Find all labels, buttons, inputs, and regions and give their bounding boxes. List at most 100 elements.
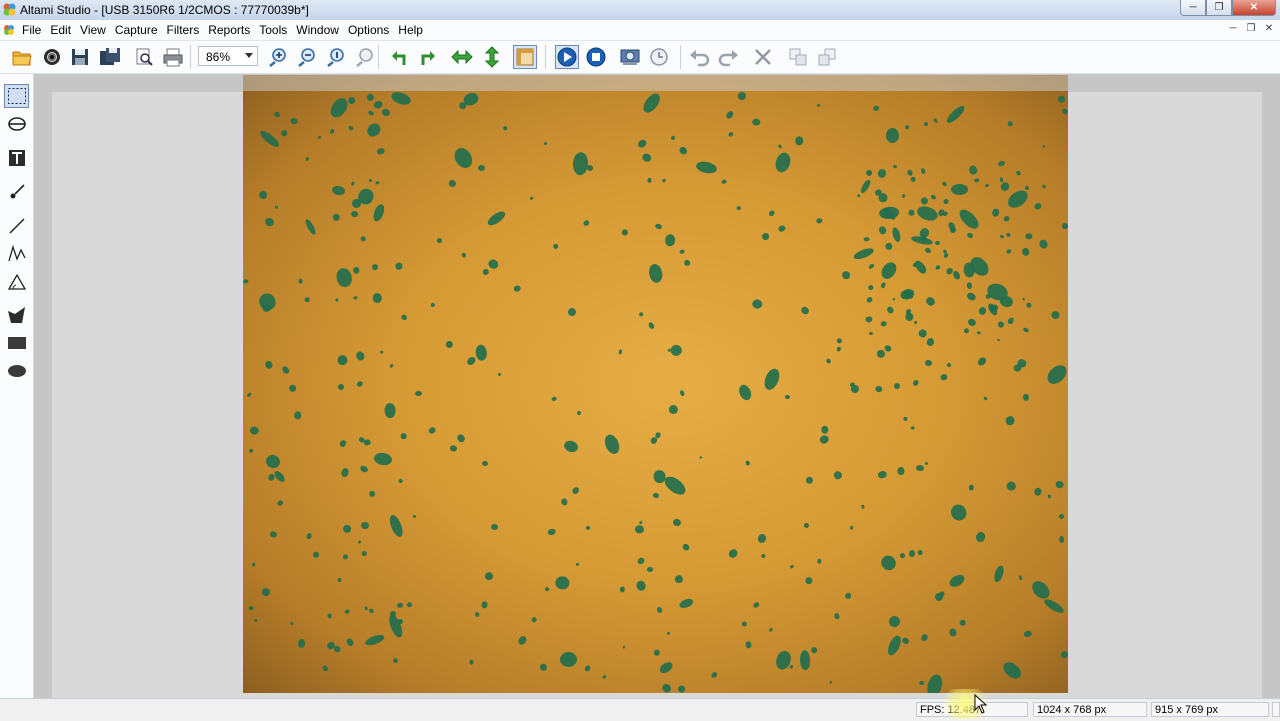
menu-tools[interactable]: Tools	[259, 23, 296, 37]
zoom-actual-icon[interactable]	[323, 45, 347, 69]
stained-cell	[275, 205, 279, 210]
redo-icon[interactable]	[717, 45, 741, 69]
panel-icon[interactable]	[513, 45, 537, 69]
stained-cell	[802, 521, 810, 529]
stained-cell	[389, 89, 413, 107]
stained-cell	[833, 612, 840, 620]
timer-icon[interactable]	[647, 45, 671, 69]
zoom-out-icon[interactable]	[294, 45, 318, 69]
paste-icon[interactable]	[815, 45, 839, 69]
rectangle-icon[interactable]	[4, 331, 29, 355]
stained-cell	[1021, 326, 1029, 334]
microscope-image[interactable]	[243, 75, 1068, 693]
flip-horizontal-icon[interactable]	[450, 45, 474, 69]
minimize-button[interactable]: ─	[1180, 0, 1206, 16]
stained-cell	[353, 267, 360, 275]
menu-reports[interactable]: Reports	[208, 23, 259, 37]
app-logo-icon	[3, 3, 16, 16]
menu-options[interactable]: Options	[348, 23, 398, 37]
stained-cell	[736, 205, 742, 211]
flip-vertical-icon[interactable]	[480, 45, 504, 69]
stained-cell	[694, 160, 718, 176]
stained-cell	[647, 321, 656, 330]
select-rectangle-icon[interactable]	[4, 84, 29, 108]
stained-cell	[357, 540, 362, 544]
restore-button[interactable]: ❐	[1206, 0, 1232, 16]
stained-cell	[1046, 494, 1051, 500]
mdi-restore-button[interactable]: ❐	[1244, 23, 1258, 36]
stained-cell	[647, 262, 665, 284]
stained-cell	[337, 578, 342, 582]
menu-file[interactable]: File	[22, 23, 50, 37]
zoom-in-icon[interactable]	[265, 45, 289, 69]
stained-cell	[481, 600, 489, 609]
stained-cell	[721, 179, 728, 184]
menu-window[interactable]: Window	[296, 23, 348, 37]
mdi-close-button[interactable]: ✕	[1262, 23, 1276, 36]
ellipse-icon[interactable]	[4, 359, 29, 383]
delete-icon[interactable]	[751, 45, 775, 69]
stained-cell	[405, 601, 413, 609]
stained-cell	[354, 350, 366, 362]
rotate-right-icon[interactable]	[416, 45, 440, 69]
stained-cell	[358, 464, 369, 474]
save-icon[interactable]	[68, 45, 92, 69]
stained-cell	[427, 425, 437, 435]
stained-cell	[745, 460, 751, 467]
stained-cell	[543, 140, 548, 146]
menu-filters[interactable]: Filters	[167, 23, 209, 37]
stained-cell	[876, 167, 888, 180]
stained-cell	[653, 222, 663, 231]
print-preview-icon[interactable]	[132, 45, 156, 69]
stained-cell	[891, 226, 903, 243]
stained-cell	[371, 264, 379, 271]
angle-icon[interactable]	[4, 270, 29, 294]
camera-icon[interactable]	[40, 45, 64, 69]
polyline-icon[interactable]	[4, 242, 29, 266]
stained-cell	[248, 606, 255, 612]
stained-cell	[745, 640, 752, 649]
menu-capture[interactable]: Capture	[115, 23, 167, 37]
rotate-left-icon[interactable]	[387, 45, 411, 69]
zoom-fit-icon[interactable]	[352, 45, 376, 69]
stained-cell	[1022, 393, 1030, 401]
open-icon[interactable]	[10, 45, 34, 69]
rotate-tool-icon[interactable]	[4, 112, 29, 136]
stained-cell	[761, 231, 771, 242]
stained-cell	[344, 609, 351, 615]
undo-icon[interactable]	[687, 45, 711, 69]
capture-icon[interactable]	[618, 45, 642, 69]
print-icon[interactable]	[161, 45, 185, 69]
polygon-icon[interactable]	[4, 303, 29, 327]
stained-cell	[637, 556, 646, 566]
stained-cell	[340, 467, 350, 478]
menu-help[interactable]: Help	[398, 23, 432, 37]
stained-cell	[455, 432, 467, 444]
stained-cell	[343, 553, 349, 560]
mdi-minimize-button[interactable]: ─	[1226, 23, 1240, 36]
stained-cell	[461, 252, 467, 259]
text-tool-icon[interactable]	[4, 146, 29, 170]
copy-icon[interactable]	[786, 45, 810, 69]
stained-cell	[575, 562, 580, 567]
stained-cell	[392, 657, 399, 664]
stained-cell	[530, 616, 538, 624]
close-button[interactable]: ✕	[1232, 0, 1276, 16]
play-icon[interactable]	[555, 45, 579, 69]
stained-cell	[736, 382, 754, 402]
brush-icon[interactable]	[4, 180, 29, 204]
stained-cell	[887, 614, 902, 629]
save-all-icon[interactable]	[98, 45, 122, 69]
line-icon[interactable]	[4, 214, 29, 238]
menu-edit[interactable]: Edit	[50, 23, 80, 37]
stained-cell	[777, 223, 787, 233]
stop-icon[interactable]	[584, 45, 608, 69]
stained-cell	[264, 453, 282, 471]
menu-view[interactable]: View	[80, 23, 115, 37]
stained-cell	[389, 363, 395, 370]
zoom-select[interactable]: 86%	[198, 46, 258, 66]
stained-cell	[882, 207, 891, 218]
stained-cell	[901, 193, 906, 199]
stained-cell	[381, 108, 392, 118]
document-icon[interactable]	[3, 24, 15, 36]
